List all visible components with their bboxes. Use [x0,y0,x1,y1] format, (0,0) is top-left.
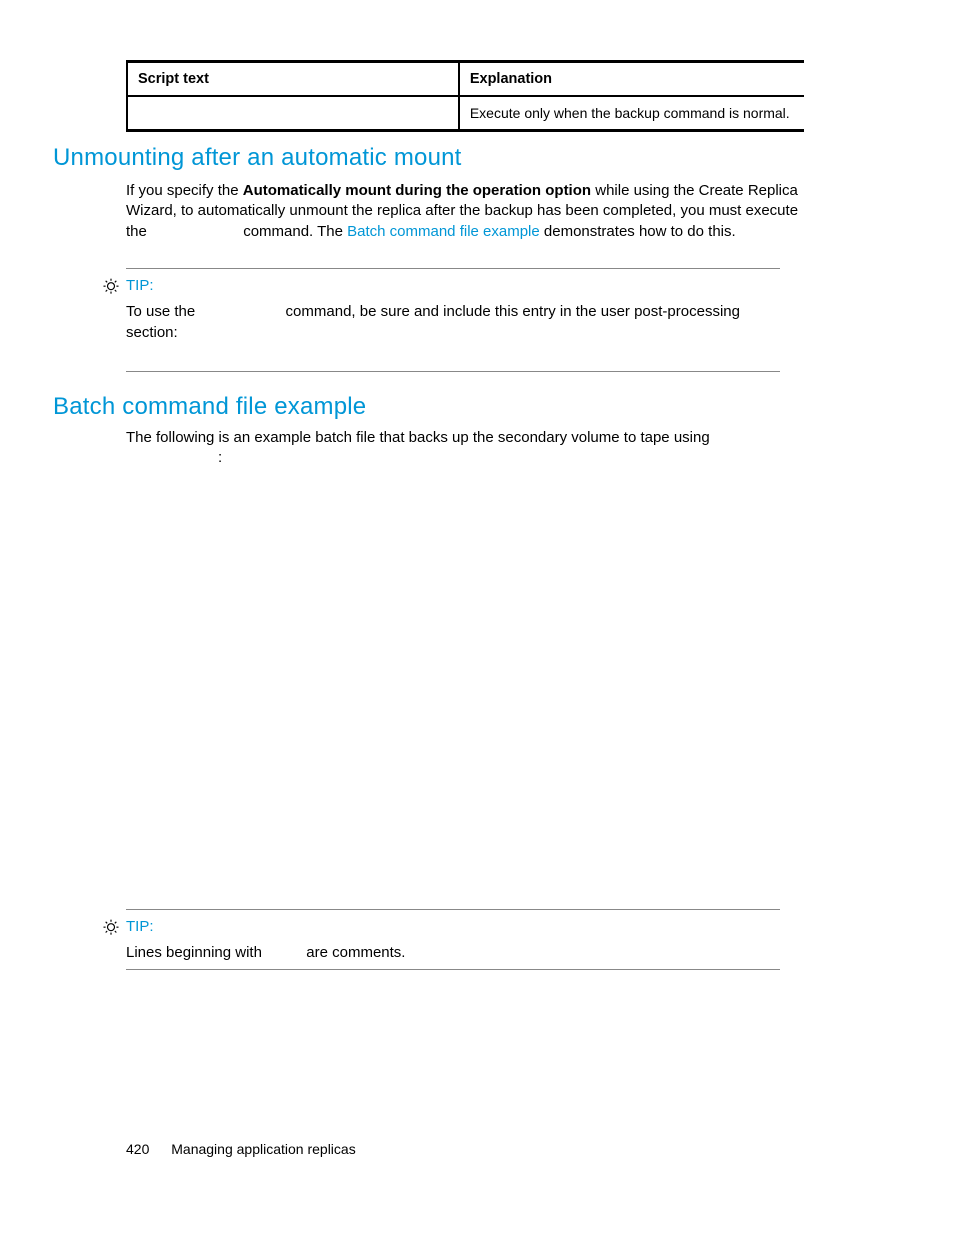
tip-label: TIP: [126,918,154,935]
text-fragment: Lines beginning with [126,944,266,961]
text-fragment: The following is an example batch file t… [126,429,710,446]
footer-section-title: Managing application replicas [171,1141,355,1157]
table-cell-script [127,96,459,131]
tip-box-2: TIP: Lines beginning with are comments. [126,909,780,970]
paragraph-unmounting: If you specify the Automatically mount d… [126,181,804,242]
paragraph-batch-example: The following is an example batch file t… [126,428,804,469]
lightbulb-icon [101,918,121,941]
tip-body: Lines beginning with are comments. [126,942,780,963]
table-header-script-text: Script text [127,62,459,97]
horizontal-rule [126,969,780,970]
tip-label: TIP: [126,277,154,294]
page-footer: 420 Managing application replicas [126,1141,356,1157]
heading-batch-example: Batch command file example [53,393,366,421]
bold-option-text: Automatically mount during the operation… [243,182,591,199]
tip-body: To use the command, be sure and include … [126,301,780,343]
tip-box-1: TIP: To use the command, be sure and inc… [126,268,780,372]
heading-unmounting: Unmounting after an automatic mount [53,144,462,172]
text-fragment: If you specify the [126,182,243,199]
script-table: Script text Explanation Execute only whe… [126,60,804,132]
text-fragment: demonstrates how to do this. [540,223,736,240]
text-fragment: are comments. [302,944,405,961]
table-cell-explanation: Execute only when the backup command is … [459,96,804,131]
lightbulb-icon [101,277,121,300]
text-fragment: : [218,449,222,466]
text-fragment: command, be sure and include this entry … [126,303,740,341]
page-number: 420 [126,1141,149,1157]
text-fragment: command. The [239,223,347,240]
link-batch-example[interactable]: Batch command file example [347,223,540,240]
text-fragment: To use the [126,303,199,320]
table-header-explanation: Explanation [459,62,804,97]
horizontal-rule [126,371,780,372]
